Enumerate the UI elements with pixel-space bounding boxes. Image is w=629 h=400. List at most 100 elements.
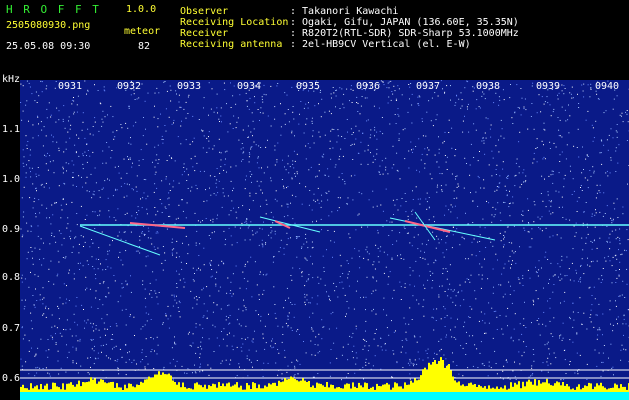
noise-dot — [154, 146, 156, 148]
noise-dot — [295, 196, 297, 198]
noise-dot — [199, 170, 201, 172]
signal-bar — [58, 387, 60, 392]
noise-dot — [201, 348, 203, 350]
noise-dot — [171, 157, 173, 159]
noise-dot — [62, 303, 64, 305]
noise-dot — [503, 246, 504, 248]
noise-dot — [133, 189, 134, 191]
noise-dot — [58, 318, 60, 320]
noise-dot — [97, 308, 99, 309]
noise-dot — [37, 347, 39, 349]
noise-dot — [228, 214, 230, 216]
noise-dot — [199, 371, 201, 373]
noise-dot — [299, 363, 301, 365]
noise-dot — [116, 130, 118, 132]
noise-dot — [294, 222, 296, 224]
signal-bar — [342, 388, 344, 392]
noise-dot — [261, 243, 263, 245]
noise-dot — [23, 165, 25, 167]
signal-bar — [164, 374, 166, 392]
signal-bar — [228, 382, 230, 392]
noise-dot — [283, 187, 285, 189]
noise-dot — [296, 330, 297, 332]
noise-dot — [86, 93, 87, 95]
noise-dot — [550, 201, 552, 203]
noise-dot — [92, 339, 94, 340]
noise-dot — [409, 284, 411, 286]
noise-dot — [101, 351, 102, 353]
noise-dot — [109, 326, 111, 327]
noise-dot — [121, 287, 123, 289]
noise-dot — [98, 329, 100, 331]
noise-dot — [288, 312, 290, 314]
noise-dot — [568, 268, 570, 270]
noise-dot — [186, 180, 188, 181]
noise-dot — [85, 289, 86, 291]
signal-bar — [84, 382, 86, 392]
noise-dot — [145, 312, 147, 314]
signal-bar — [306, 382, 308, 392]
signal-bar — [172, 380, 174, 392]
noise-dot — [157, 232, 159, 234]
signal-bar — [108, 382, 110, 392]
noise-dot — [105, 355, 107, 357]
noise-dot — [75, 151, 77, 153]
signal-bar — [54, 382, 56, 392]
noise-dot — [49, 161, 51, 163]
noise-dot — [201, 129, 202, 131]
noise-dot — [400, 351, 402, 353]
noise-dot — [352, 159, 354, 160]
noise-dot — [440, 318, 442, 320]
noise-dot — [37, 225, 39, 227]
noise-dot — [596, 260, 598, 262]
noise-dot — [248, 161, 250, 163]
noise-dot — [321, 229, 322, 231]
y-tick-label: 1.0 — [2, 174, 21, 185]
noise-dot — [322, 156, 324, 158]
noise-dot — [29, 167, 31, 169]
noise-dot — [385, 169, 387, 171]
noise-dot — [292, 218, 294, 220]
signal-bar — [148, 376, 150, 392]
noise-dot — [267, 115, 269, 117]
noise-dot — [380, 346, 382, 348]
noise-dot — [552, 170, 554, 172]
noise-dot — [455, 304, 457, 306]
noise-dot — [512, 196, 514, 198]
noise-dot — [250, 148, 252, 150]
signal-bar — [196, 382, 198, 392]
noise-dot — [308, 169, 310, 171]
noise-dot — [230, 281, 232, 283]
noise-dot — [569, 361, 571, 362]
noise-dot — [467, 103, 469, 105]
noise-dot — [615, 130, 617, 132]
noise-dot — [244, 263, 246, 265]
noise-dot — [554, 274, 556, 276]
noise-dot — [503, 238, 505, 240]
noise-dot — [252, 234, 254, 236]
noise-dot — [382, 133, 384, 135]
noise-dot — [559, 279, 561, 281]
noise-dot — [129, 157, 131, 159]
noise-dot — [206, 151, 208, 153]
noise-dot — [47, 356, 49, 358]
signal-bar — [568, 386, 570, 392]
signal-bar — [604, 387, 606, 392]
signal-bar — [260, 388, 262, 392]
noise-dot — [154, 207, 156, 208]
noise-dot — [48, 268, 50, 270]
noise-dot — [179, 106, 181, 108]
noise-dot — [271, 230, 273, 232]
noise-dot — [595, 314, 597, 316]
noise-dot — [532, 373, 534, 374]
noise-dot — [593, 286, 595, 288]
noise-dot — [398, 140, 400, 141]
signal-bar — [356, 388, 358, 392]
noise-dot — [131, 166, 133, 168]
noise-dot — [290, 202, 291, 204]
noise-dot — [247, 337, 249, 339]
signal-bar — [170, 375, 172, 392]
noise-dot — [236, 242, 238, 244]
noise-dot — [235, 165, 237, 167]
noise-dot — [461, 236, 463, 238]
